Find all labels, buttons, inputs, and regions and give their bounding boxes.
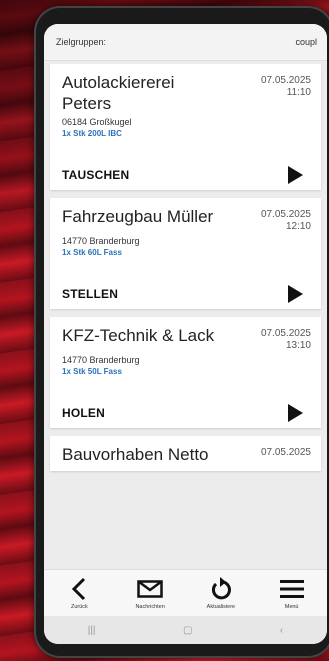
menu-button[interactable]: Menü [262, 576, 322, 610]
top-right-label[interactable]: coupl [295, 37, 317, 47]
customer-name: KFZ-Technik & Lack [62, 326, 215, 345]
play-icon[interactable] [288, 166, 303, 184]
appointment-datetime: 07.05.2025 12:10 [260, 209, 311, 232]
action-label: HOLEN [62, 406, 105, 420]
menu-icon [279, 576, 304, 602]
bottom-navigation: Zurück Nachrichten Aktualisiere Menü [44, 569, 327, 616]
customer-city: 14770 Branderburg [62, 355, 140, 365]
appointment-date: 07.05.2025 [260, 447, 311, 458]
app-screen: Zielgruppen: coupl Autolackiererei Peter… [44, 24, 327, 644]
home-icon[interactable]: ▢ [183, 625, 192, 636]
container-quantity: 1x Stk 60L Fass [62, 248, 122, 257]
refresh-button[interactable]: Aktualisiere [191, 576, 251, 610]
appointment-datetime: 07.05.2025 13:10 [260, 328, 311, 351]
tour-card[interactable]: KFZ-Technik & Lack 07.05.2025 13:10 14770… [50, 317, 321, 428]
back-label: Zurück [70, 604, 88, 610]
system-back-icon[interactable]: ‹ [280, 625, 283, 636]
customer-name: Autolackiererei Peters [62, 73, 175, 113]
action-label: TAUSCHEN [62, 168, 130, 182]
mail-icon [137, 576, 163, 602]
tour-list[interactable]: Autolackiererei Peters 07.05.2025 11:10 0… [44, 64, 327, 572]
refresh-label: Aktualisiere [206, 604, 236, 610]
customer-name: Fahrzeugbau Müller [62, 207, 214, 226]
action-label: STELLEN [62, 287, 119, 301]
back-chevron-icon [71, 576, 87, 602]
tour-card[interactable]: Bauvorhaben Netto 07.05.2025 [50, 436, 321, 471]
target-groups-label: Zielgruppen: [56, 37, 107, 47]
tour-card[interactable]: Fahrzeugbau Müller 07.05.2025 12:10 14770… [50, 198, 321, 309]
back-button[interactable]: Zurück [49, 576, 109, 610]
refresh-icon [210, 576, 232, 602]
play-icon[interactable] [288, 285, 303, 303]
messages-label: Nachrichten [135, 604, 165, 610]
top-bar: Zielgruppen: coupl [44, 24, 327, 61]
system-navigation-bar: ||| ▢ ‹ [44, 616, 327, 644]
customer-city: 14770 Branderburg [62, 236, 140, 246]
customer-name: Bauvorhaben Netto [62, 445, 209, 464]
messages-button[interactable]: Nachrichten [120, 576, 180, 610]
recent-apps-icon[interactable]: ||| [88, 625, 96, 636]
menu-label: Menü [284, 604, 299, 610]
container-quantity: 1x Stk 200L IBC [62, 129, 122, 138]
phone-frame: Zielgruppen: coupl Autolackiererei Peter… [34, 6, 329, 658]
customer-city: 06184 Großkugel [62, 117, 132, 127]
play-icon[interactable] [288, 404, 303, 422]
container-quantity: 1x Stk 50L Fass [62, 367, 122, 376]
tour-card[interactable]: Autolackiererei Peters 07.05.2025 11:10 0… [50, 64, 321, 190]
appointment-datetime: 07.05.2025 11:10 [260, 75, 311, 98]
